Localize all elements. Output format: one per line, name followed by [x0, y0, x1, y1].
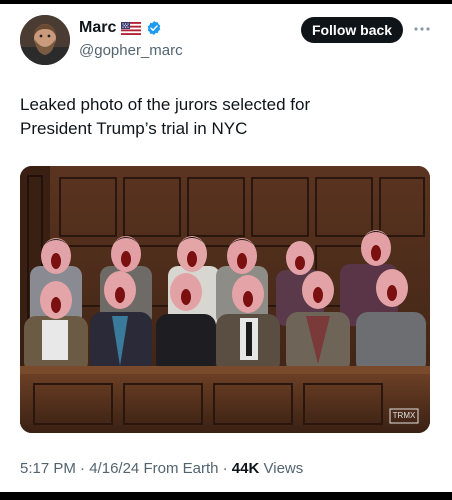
author-name[interactable]: Marc — [79, 19, 116, 37]
views-count: 44K — [231, 460, 260, 477]
tweet-time[interactable]: 5:17 PM — [20, 460, 76, 477]
tweet-text: Leaked photo of the jurors selected for … — [20, 93, 430, 141]
avatar-image — [20, 15, 70, 65]
tweet-date[interactable]: 4/16/24 — [89, 460, 139, 477]
author-name-row: Marc — [79, 19, 162, 37]
more-horizontal-icon[interactable] — [412, 19, 432, 39]
tweet-text-line: President Trump’s trial in NYC — [20, 119, 248, 138]
bottom-border — [0, 492, 452, 500]
avatar[interactable] — [20, 15, 70, 65]
tweet-metadata: 5:17 PM · 4/16/24 From Earth · 44K Views — [20, 460, 303, 477]
jury-box-photo — [20, 166, 430, 433]
tweet-media-image[interactable]: TRMX — [20, 166, 430, 433]
verified-badge-icon — [148, 21, 161, 35]
author-handle[interactable]: @gopher_marc — [79, 42, 183, 59]
top-border — [0, 0, 452, 4]
tweet-text-line: Leaked photo of the jurors selected for — [20, 95, 311, 114]
media-watermark: TRMX — [392, 411, 416, 420]
views-label: Views — [263, 460, 304, 477]
follow-back-button[interactable]: Follow back — [301, 17, 403, 43]
separator-dot: · — [80, 460, 86, 477]
separator-dot: · — [222, 460, 228, 477]
us-flag-icon — [121, 21, 142, 35]
tweet-source: From Earth — [143, 460, 219, 477]
